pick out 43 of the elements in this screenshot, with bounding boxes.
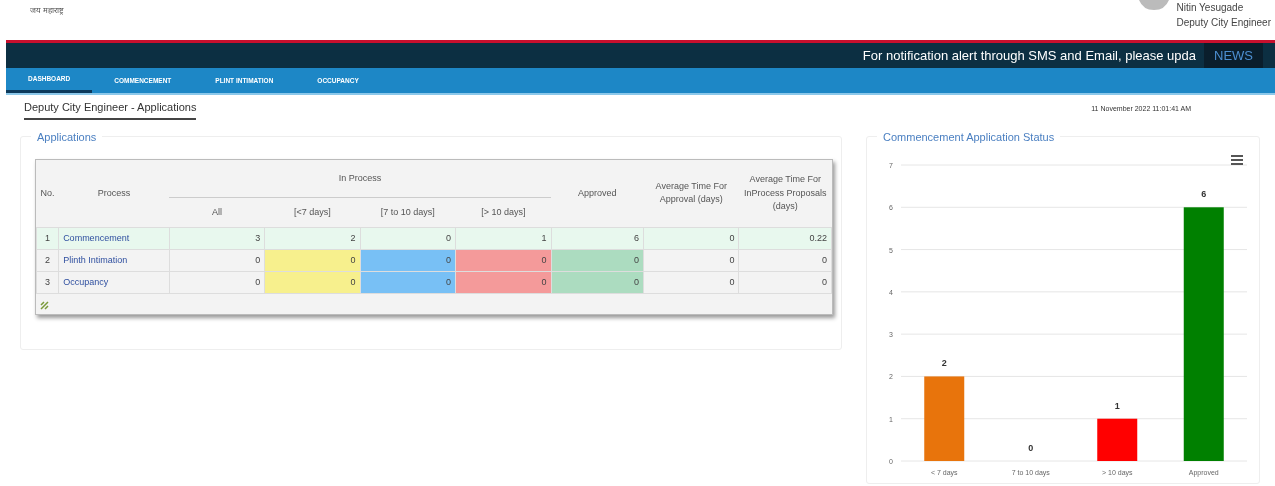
process-link[interactable]: Plinth Intimation <box>58 249 170 272</box>
bar-value-label: 1 <box>1114 400 1120 411</box>
user-role: Deputy City Engineer <box>1176 16 1271 30</box>
table-cell: 0.22 <box>738 227 832 250</box>
column-header: [<7 days] <box>264 197 361 228</box>
process-link[interactable]: Commencement <box>58 227 170 250</box>
column-header: Average Time For Approval (days) <box>643 159 739 228</box>
bar-value-label: 2 <box>941 357 947 368</box>
table-cell: 1 <box>455 227 552 250</box>
column-header: In Process <box>169 159 552 198</box>
bar-value-label: 6 <box>1201 188 1207 199</box>
bar-value-label: 0 <box>1028 442 1034 453</box>
table-cell: 0 <box>643 271 739 294</box>
table-cell: 0 <box>169 271 265 294</box>
column-header: [> 10 days] <box>455 197 552 228</box>
chart-menu-icon[interactable] <box>1231 154 1243 165</box>
column-header: No. <box>36 159 59 228</box>
table-cell: 0 <box>643 249 739 272</box>
column-header: All <box>169 197 265 228</box>
process-link[interactable]: Occupancy <box>58 271 170 294</box>
table-cell: 2 <box>36 249 59 272</box>
chart-bar <box>1097 418 1138 461</box>
column-header: Process <box>58 159 170 228</box>
table-cell: 0 <box>738 271 832 294</box>
table-cell: 3 <box>169 227 265 250</box>
column-header: Approved <box>551 159 644 228</box>
table-cell: 1 <box>36 227 59 250</box>
table-cell: 0 <box>169 249 265 272</box>
news-ticker: For notification alert through SMS and Email, please upda <box>862 46 1196 65</box>
table-cell: 0 <box>738 249 832 272</box>
header-tagline: जय महाराष्ट्र <box>30 5 65 17</box>
table-cell: 2 <box>264 227 361 250</box>
news-label: NEWS <box>1204 42 1263 69</box>
user-name: Nitin Yesugade <box>1176 1 1245 15</box>
page-title: Deputy City Engineer - Applications <box>24 99 197 120</box>
table-cell: 3 <box>36 271 59 294</box>
grid-icon[interactable] <box>40 300 49 310</box>
column-header: Average Time For InProcess Proposals (days) <box>738 159 832 228</box>
table-cell: 6 <box>551 227 644 250</box>
user-avatar-icon <box>1138 0 1169 10</box>
table-cell: 0 <box>643 227 739 250</box>
table-cell: 0 <box>360 227 456 250</box>
column-header: [7 to 10 days] <box>360 197 456 228</box>
